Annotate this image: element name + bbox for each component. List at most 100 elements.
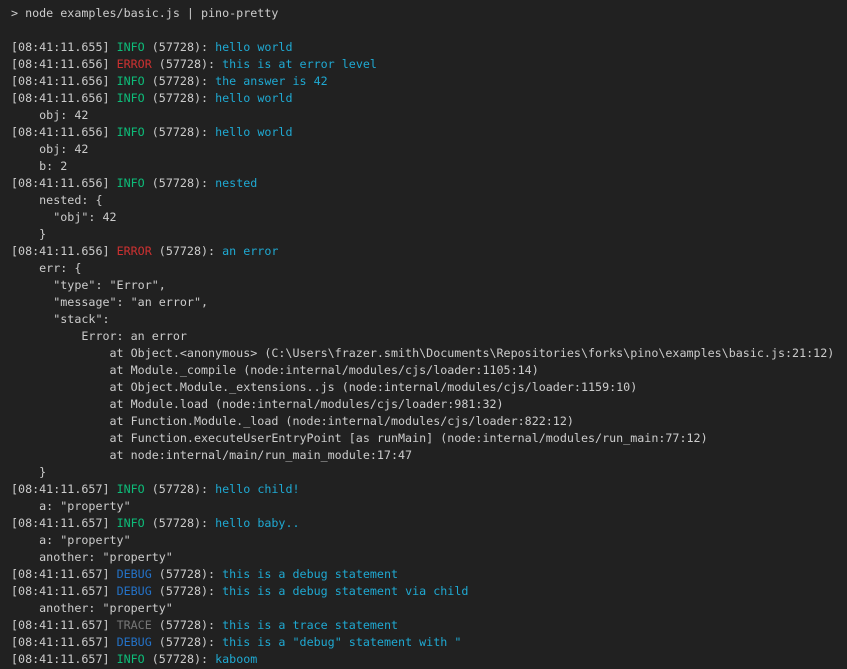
terminal[interactable]: > node examples/basic.js | pino-pretty [… xyxy=(0,0,847,669)
detail-line: } xyxy=(11,464,847,481)
log-pid: (57728): xyxy=(152,244,222,258)
log-level: INFO xyxy=(117,652,145,666)
log-timestamp: [08:41:11.657] xyxy=(11,567,117,581)
log-message: this is at error level xyxy=(222,57,377,71)
log-line: [08:41:11.656] ERROR (57728): this is at… xyxy=(11,56,847,73)
log-line: [08:41:11.657] INFO (57728): hello baby.… xyxy=(11,515,847,532)
detail-text: "stack": xyxy=(11,312,110,326)
detail-text: obj: 42 xyxy=(11,108,88,122)
detail-text: a: "property" xyxy=(11,499,131,513)
log-line: [08:41:11.655] INFO (57728): hello world xyxy=(11,39,847,56)
log-message: this is a debug statement via child xyxy=(222,584,468,598)
detail-text: another: "property" xyxy=(11,601,173,615)
detail-line: Error: an error xyxy=(11,328,847,345)
log-timestamp: [08:41:11.657] xyxy=(11,652,117,666)
log-message: hello world xyxy=(215,91,292,105)
blank-line xyxy=(11,22,847,39)
detail-text: at node:internal/main/run_main_module:17… xyxy=(11,448,412,462)
log-message: hello world xyxy=(215,125,292,139)
log-pid: (57728): xyxy=(145,125,215,139)
log-line: [08:41:11.657] DEBUG (57728): this is a … xyxy=(11,583,847,600)
log-pid: (57728): xyxy=(152,635,222,649)
detail-line: another: "property" xyxy=(11,600,847,617)
log-pid: (57728): xyxy=(152,618,222,632)
log-message: this is a trace statement xyxy=(222,618,398,632)
log-line: [08:41:11.657] DEBUG (57728): this is a … xyxy=(11,634,847,651)
log-timestamp: [08:41:11.656] xyxy=(11,74,117,88)
log-line: [08:41:11.656] INFO (57728): nested xyxy=(11,175,847,192)
log-line: [08:41:11.657] INFO (57728): hello child… xyxy=(11,481,847,498)
command-text: > node examples/basic.js | pino-pretty xyxy=(11,6,278,20)
detail-line: a: "property" xyxy=(11,532,847,549)
detail-line: at node:internal/main/run_main_module:17… xyxy=(11,447,847,464)
detail-line: obj: 42 xyxy=(11,107,847,124)
detail-text: at Object.<anonymous> (C:\Users\frazer.s… xyxy=(11,346,834,360)
log-timestamp: [08:41:11.657] xyxy=(11,584,117,598)
detail-line: err: { xyxy=(11,260,847,277)
log-timestamp: [08:41:11.656] xyxy=(11,244,117,258)
log-level: INFO xyxy=(117,516,145,530)
log-timestamp: [08:41:11.657] xyxy=(11,635,117,649)
terminal-output: > node examples/basic.js | pino-pretty [… xyxy=(11,5,847,668)
log-message: hello child! xyxy=(215,482,299,496)
detail-text: a: "property" xyxy=(11,533,131,547)
log-message: this is a "debug" statement with " xyxy=(222,635,461,649)
log-message: kaboom xyxy=(215,652,257,666)
log-level: INFO xyxy=(117,482,145,496)
log-timestamp: [08:41:11.657] xyxy=(11,516,117,530)
log-timestamp: [08:41:11.656] xyxy=(11,57,117,71)
detail-line: at Function.executeUserEntryPoint [as ru… xyxy=(11,430,847,447)
log-message: an error xyxy=(222,244,278,258)
detail-text: at Module.load (node:internal/modules/cj… xyxy=(11,397,504,411)
log-line: [08:41:11.656] INFO (57728): hello world xyxy=(11,90,847,107)
detail-line: nested: { xyxy=(11,192,847,209)
log-pid: (57728): xyxy=(145,482,215,496)
detail-text: "message": "an error", xyxy=(11,295,208,309)
detail-line: at Module._compile (node:internal/module… xyxy=(11,362,847,379)
log-level: DEBUG xyxy=(117,635,152,649)
log-level: INFO xyxy=(117,176,145,190)
log-pid: (57728): xyxy=(145,176,215,190)
log-level: TRACE xyxy=(117,618,152,632)
log-pid: (57728): xyxy=(145,652,215,666)
log-message: the answer is 42 xyxy=(215,74,328,88)
log-line: [08:41:11.657] INFO (57728): kaboom xyxy=(11,651,847,668)
detail-text: "obj": 42 xyxy=(11,210,117,224)
log-level: INFO xyxy=(117,91,145,105)
detail-line: at Object.<anonymous> (C:\Users\frazer.s… xyxy=(11,345,847,362)
log-pid: (57728): xyxy=(145,40,215,54)
detail-text: obj: 42 xyxy=(11,142,88,156)
log-pid: (57728): xyxy=(145,74,215,88)
log-level: ERROR xyxy=(117,57,152,71)
log-pid: (57728): xyxy=(152,584,222,598)
log-pid: (57728): xyxy=(152,567,222,581)
detail-text: at Object.Module._extensions..js (node:i… xyxy=(11,380,637,394)
log-line: [08:41:11.656] ERROR (57728): an error xyxy=(11,243,847,260)
detail-text: err: { xyxy=(11,261,81,275)
log-pid: (57728): xyxy=(145,91,215,105)
detail-text: at Module._compile (node:internal/module… xyxy=(11,363,539,377)
detail-line: at Module.load (node:internal/modules/cj… xyxy=(11,396,847,413)
log-level: INFO xyxy=(117,125,145,139)
detail-line: at Function.Module._load (node:internal/… xyxy=(11,413,847,430)
detail-text: b: 2 xyxy=(11,159,67,173)
log-timestamp: [08:41:11.656] xyxy=(11,176,117,190)
log-timestamp: [08:41:11.656] xyxy=(11,91,117,105)
detail-line: another: "property" xyxy=(11,549,847,566)
detail-text: } xyxy=(11,465,46,479)
detail-line: at Object.Module._extensions..js (node:i… xyxy=(11,379,847,396)
log-pid: (57728): xyxy=(152,57,222,71)
log-line: [08:41:11.656] INFO (57728): hello world xyxy=(11,124,847,141)
log-message: hello baby.. xyxy=(215,516,299,530)
detail-text: nested: { xyxy=(11,193,102,207)
detail-line: } xyxy=(11,226,847,243)
log-line: [08:41:11.657] DEBUG (57728): this is a … xyxy=(11,566,847,583)
detail-text: another: "property" xyxy=(11,550,173,564)
detail-line: "stack": xyxy=(11,311,847,328)
detail-text: at Function.Module._load (node:internal/… xyxy=(11,414,574,428)
log-line: [08:41:11.657] TRACE (57728): this is a … xyxy=(11,617,847,634)
log-timestamp: [08:41:11.657] xyxy=(11,618,117,632)
detail-line: a: "property" xyxy=(11,498,847,515)
detail-text: } xyxy=(11,227,46,241)
detail-line: b: 2 xyxy=(11,158,847,175)
